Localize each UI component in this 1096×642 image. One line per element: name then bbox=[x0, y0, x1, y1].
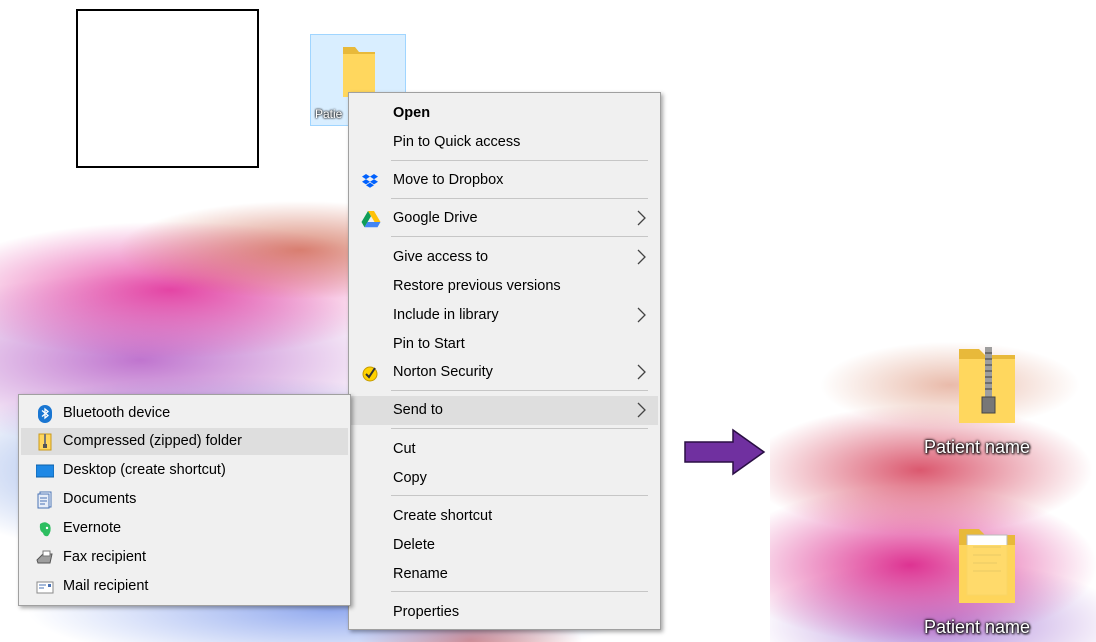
menu-item-label: Properties bbox=[393, 604, 460, 620]
folder-icon bbox=[955, 525, 1021, 610]
norton-icon bbox=[361, 364, 379, 382]
submenu-item-label: Mail recipient bbox=[63, 578, 149, 594]
desktop-folder-label: Patie bbox=[315, 107, 343, 121]
google-drive-icon bbox=[361, 210, 381, 228]
menu-item-label: Google Drive bbox=[393, 210, 478, 226]
menu-item-label: Pin to Start bbox=[393, 336, 465, 352]
menu-separator bbox=[391, 160, 648, 161]
desktop-zip-folder[interactable]: Patient name bbox=[920, 345, 1060, 465]
menu-item-label: Norton Security bbox=[393, 364, 493, 380]
menu-item-send-to[interactable]: Send to bbox=[351, 396, 658, 425]
menu-separator bbox=[391, 591, 648, 592]
submenu-item-evernote[interactable]: Evernote bbox=[21, 515, 348, 542]
menu-separator bbox=[391, 198, 648, 199]
mail-icon bbox=[36, 578, 54, 596]
menu-separator bbox=[391, 236, 648, 237]
menu-item-label: Move to Dropbox bbox=[393, 172, 504, 188]
submenu-item-compressed-folder[interactable]: Compressed (zipped) folder bbox=[21, 428, 348, 455]
menu-item-label: Create shortcut bbox=[393, 508, 493, 524]
menu-item-restore-previous-versions[interactable]: Restore previous versions bbox=[351, 272, 658, 301]
menu-item-label: Send to bbox=[393, 402, 443, 418]
menu-item-label: Pin to Quick access bbox=[393, 134, 521, 150]
menu-item-label: Open bbox=[393, 105, 431, 121]
menu-item-label: Copy bbox=[393, 470, 427, 486]
menu-item-give-access[interactable]: Give access to bbox=[351, 243, 658, 272]
fax-icon bbox=[36, 549, 54, 567]
chevron-right-icon bbox=[634, 305, 648, 325]
desktop-icon bbox=[35, 462, 55, 480]
submenu-item-mail-recipient[interactable]: Mail recipient bbox=[21, 573, 348, 600]
zip-folder-icon bbox=[955, 345, 1021, 430]
submenu-item-fax-recipient[interactable]: Fax recipient bbox=[21, 544, 348, 571]
menu-item-label: Rename bbox=[393, 566, 448, 582]
submenu-item-documents[interactable]: Documents bbox=[21, 486, 348, 513]
desktop-folder[interactable]: Patient name bbox=[920, 525, 1060, 642]
chevron-right-icon bbox=[634, 400, 648, 420]
menu-item-cut[interactable]: Cut bbox=[351, 435, 658, 464]
menu-item-pin-to-start[interactable]: Pin to Start bbox=[351, 330, 658, 359]
menu-item-move-to-dropbox[interactable]: Move to Dropbox bbox=[351, 166, 658, 195]
menu-item-google-drive[interactable]: Google Drive bbox=[351, 204, 658, 233]
menu-item-norton-security[interactable]: Norton Security bbox=[351, 358, 658, 387]
desktop-zip-folder-label: Patient name bbox=[924, 437, 1031, 457]
zip-folder-icon bbox=[36, 433, 54, 451]
chevron-right-icon bbox=[634, 362, 648, 382]
submenu-item-desktop-shortcut[interactable]: Desktop (create shortcut) bbox=[21, 457, 348, 484]
send-to-submenu: Bluetooth device Compressed (zipped) fol… bbox=[18, 394, 351, 606]
bluetooth-icon bbox=[36, 405, 54, 423]
submenu-item-bluetooth[interactable]: Bluetooth device bbox=[21, 400, 348, 427]
menu-item-include-in-library[interactable]: Include in library bbox=[351, 301, 658, 330]
menu-item-label: Include in library bbox=[393, 307, 499, 323]
context-menu: Open Pin to Quick access Move to Dropbox… bbox=[348, 92, 661, 630]
menu-item-open[interactable]: Open bbox=[351, 99, 658, 128]
dropbox-icon bbox=[361, 172, 379, 190]
menu-item-pin-quick-access[interactable]: Pin to Quick access bbox=[351, 128, 658, 157]
chevron-right-icon bbox=[634, 247, 648, 267]
submenu-item-label: Compressed (zipped) folder bbox=[63, 433, 242, 449]
arrow-right-icon bbox=[684, 428, 766, 481]
desktop-folder-label: Patient name bbox=[924, 617, 1031, 637]
submenu-item-label: Bluetooth device bbox=[63, 405, 171, 421]
menu-item-label: Cut bbox=[393, 441, 416, 457]
submenu-item-label: Documents bbox=[63, 491, 137, 507]
menu-item-copy[interactable]: Copy bbox=[351, 464, 658, 493]
documents-icon bbox=[36, 491, 54, 509]
menu-item-rename[interactable]: Rename bbox=[351, 560, 658, 589]
submenu-item-label: Desktop (create shortcut) bbox=[63, 462, 226, 478]
menu-item-label: Give access to bbox=[393, 249, 489, 265]
submenu-item-label: Evernote bbox=[63, 520, 122, 536]
chevron-right-icon bbox=[634, 208, 648, 228]
menu-separator bbox=[391, 495, 648, 496]
menu-item-properties[interactable]: Properties bbox=[351, 598, 658, 627]
blank-box bbox=[76, 9, 259, 168]
evernote-icon bbox=[36, 520, 54, 538]
menu-item-label: Delete bbox=[393, 537, 435, 553]
menu-item-label: Restore previous versions bbox=[393, 278, 561, 294]
menu-separator bbox=[391, 390, 648, 391]
submenu-item-label: Fax recipient bbox=[63, 549, 147, 565]
menu-item-delete[interactable]: Delete bbox=[351, 531, 658, 560]
menu-separator bbox=[391, 428, 648, 429]
menu-item-create-shortcut[interactable]: Create shortcut bbox=[351, 502, 658, 531]
